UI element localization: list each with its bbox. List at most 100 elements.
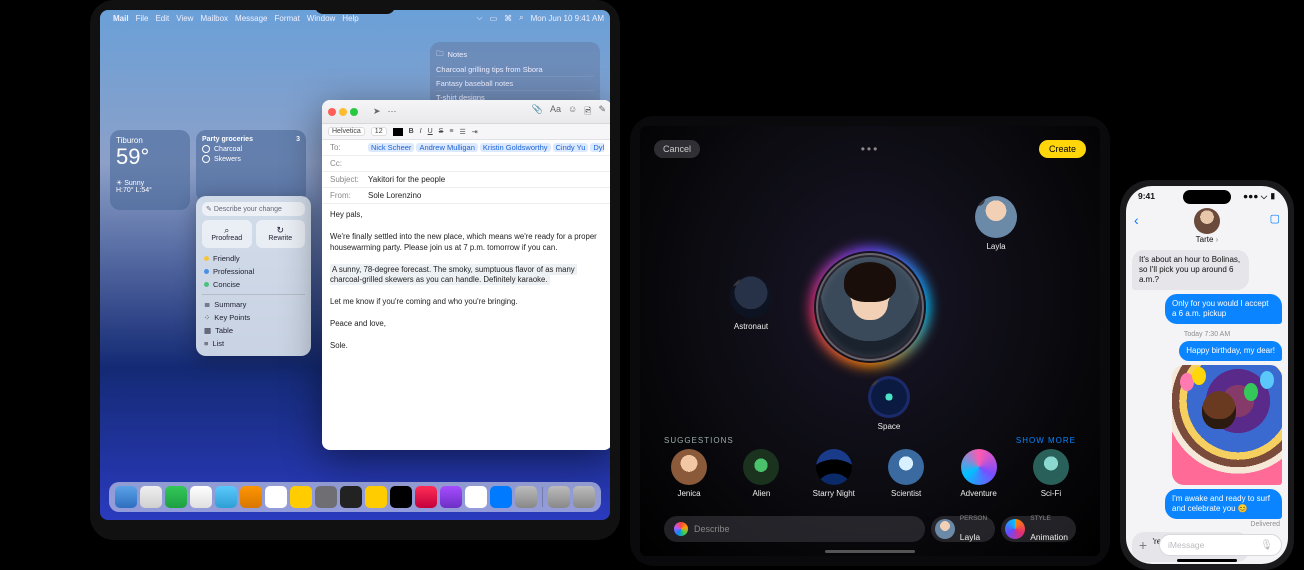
menubar-format[interactable]: Format [275,14,300,23]
send-icon[interactable]: ➤ [373,106,381,117]
dock-notes-icon[interactable] [365,486,387,508]
underline-button[interactable]: U [428,128,433,135]
suggestion-alien[interactable]: Alien [736,449,786,498]
suggestion-sci-fi[interactable]: Sci-Fi [1026,449,1076,498]
format-icon[interactable]: Aa [550,104,561,120]
list-button[interactable]: ☰ [459,128,465,136]
zoom-button[interactable] [350,108,358,116]
weather-widget[interactable]: Tiburon 59° ☀︎ Sunny H:70° L:54° [110,130,190,210]
action-table[interactable]: ▦Table [202,324,305,337]
dock-facetime-icon[interactable] [265,486,287,508]
minimize-button[interactable] [339,108,347,116]
home-indicator[interactable] [1177,559,1237,562]
dock-maps-icon[interactable] [215,486,237,508]
close-button[interactable] [328,108,336,116]
menubar-file[interactable]: File [136,14,149,23]
mail-body[interactable]: Hey pals, We're finally settled into the… [322,204,610,450]
attach-icon[interactable]: 📎 [532,104,543,120]
align-button[interactable]: ≡ [449,128,453,135]
reminders-widget[interactable]: Party groceries 3 Charcoal Skewers [196,130,306,202]
mail-from-field[interactable]: Sole Lorenzino [368,191,604,200]
writing-tools-describe-field[interactable]: ✎ Describe your change [202,202,305,216]
dock-trash-icon[interactable] [573,486,595,508]
dock-finder-icon[interactable] [115,486,137,508]
home-indicator[interactable] [825,550,915,553]
plus-button[interactable]: + [1132,534,1154,556]
style-picker[interactable]: STYLEAnimation [1001,516,1076,542]
remove-chip-icon[interactable]: − [975,196,985,206]
outgoing-message[interactable]: I'm awake and ready to surf and celebrat… [1165,489,1282,519]
action-summary[interactable]: ≣Summary [202,298,305,311]
show-more-button[interactable]: SHOW MORE [1016,436,1076,445]
menubar-view[interactable]: View [176,14,193,23]
dock-safari-icon[interactable] [140,486,162,508]
wifi-icon[interactable]: ⌵ [476,13,482,23]
address-chip[interactable]: Andrew Mulligan [416,143,477,152]
outgoing-image-message[interactable] [1172,365,1282,485]
dock-calendar-icon[interactable] [290,486,312,508]
font-size-select[interactable]: 12 [371,127,387,136]
mail-cc-field[interactable] [368,159,604,168]
contact-name[interactable]: Tarte [1196,235,1214,244]
concept-chip-layla[interactable]: − Layla [975,196,1017,251]
rewrite-button[interactable]: ↻Rewrite [256,220,306,248]
menubar-datetime[interactable]: Mon Jun 10 9:41 AM [531,14,604,23]
font-family-select[interactable]: Helvetica [328,127,365,136]
text-color-swatch[interactable] [393,128,403,136]
chat-scroll[interactable]: It's about an hour to Bolinas, so I'll p… [1126,244,1288,564]
address-chip[interactable]: Dylan Edwards [590,143,604,152]
describe-field[interactable]: Describe [664,516,925,542]
concept-chip-astronaut[interactable]: − Astronaut [730,276,772,331]
writing-tools-icon[interactable]: ✎ [598,104,606,120]
outgoing-message[interactable]: Only for you would I accept a 6 a.m. pic… [1165,294,1282,324]
reminder-checkbox[interactable] [202,145,210,153]
menubar-app-name[interactable]: Mail [113,14,129,23]
outgoing-message[interactable]: Happy birthday, my dear! [1179,341,1282,361]
dock-appstore-icon[interactable] [490,486,512,508]
suggestion-jenica[interactable]: Jenica [664,449,714,498]
italic-button[interactable]: I [420,128,422,135]
reminder-checkbox[interactable] [202,155,210,163]
suggestion-adventure[interactable]: Adventure [954,449,1004,498]
dock-podcasts-icon[interactable] [440,486,462,508]
dock-tv-icon[interactable] [390,486,412,508]
bold-button[interactable]: B [409,128,414,135]
menubar-help[interactable]: Help [342,14,358,23]
photo-icon[interactable]: 🖻 [584,104,591,120]
cancel-button[interactable]: Cancel [654,140,700,158]
tone-professional[interactable]: Professional [202,265,305,278]
dock-photos-icon[interactable] [240,486,262,508]
search-icon[interactable]: ⌕ [519,13,523,23]
dock-downloads-icon[interactable] [548,486,570,508]
dictation-icon[interactable]: 🎙 [1260,540,1273,551]
proofread-button[interactable]: ⌕Proofread [202,220,252,248]
mail-to-field[interactable]: Nick ScheerAndrew MulliganKristin Goldsw… [368,143,604,152]
action-key-points[interactable]: ⁘Key Points [202,311,305,324]
address-chip[interactable]: Kristin Goldsworthy [480,143,551,152]
concept-chip-space[interactable]: − Space [868,376,910,431]
dock-mail-icon[interactable] [190,486,212,508]
header-toggle-icon[interactable]: ⋯ [388,106,397,117]
contact-avatar[interactable] [1194,208,1220,234]
mail-subject-field[interactable]: Yakitori for the people [368,175,604,184]
menubar-window[interactable]: Window [307,14,335,23]
strike-button[interactable]: S [439,128,444,135]
dock-reminders-icon[interactable] [340,486,362,508]
notes-item[interactable]: Fantasy baseball notes [436,77,594,91]
create-button[interactable]: Create [1039,140,1086,158]
emoji-icon[interactable]: ☺ [568,104,577,120]
control-center-icon[interactable]: ⌘ [504,14,512,23]
playground-preview[interactable] [810,247,930,367]
menubar-edit[interactable]: Edit [155,14,169,23]
message-field[interactable]: iMessage 🎙 [1159,534,1282,556]
dock-music-icon[interactable] [415,486,437,508]
address-chip[interactable]: Cindy Yu [553,143,589,152]
address-chip[interactable]: Nick Scheer [368,143,414,152]
indent-button[interactable]: ⇥ [472,128,478,136]
battery-icon[interactable]: ▭ [490,14,498,23]
dock-news-icon[interactable] [465,486,487,508]
remove-chip-icon[interactable]: − [730,276,740,286]
suggestion-starry-night[interactable]: Starry Night [809,449,859,498]
notes-item[interactable]: Charcoal grilling tips from Sbora [436,63,594,77]
remove-chip-icon[interactable]: − [868,376,878,386]
